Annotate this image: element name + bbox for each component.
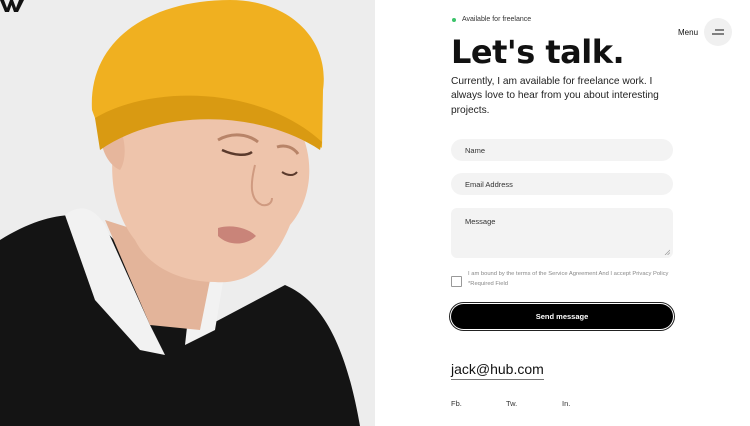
email-field[interactable]: Email Address xyxy=(451,173,673,195)
name-placeholder: Name xyxy=(465,145,486,155)
name-field[interactable]: Name xyxy=(451,139,673,161)
consent-row: I am bound by the terms of the Service A… xyxy=(451,270,673,289)
intro-text: Currently, I am available for freelance … xyxy=(451,76,659,116)
menu-toggle[interactable]: Menu xyxy=(678,18,733,46)
portrait-photo xyxy=(0,0,375,426)
portrait-illustration xyxy=(0,0,375,426)
menu-icon xyxy=(712,29,725,35)
menu-button[interactable] xyxy=(704,18,733,46)
availability-status: Available for freelance xyxy=(452,16,531,23)
social-link-instagram[interactable]: In. xyxy=(562,399,570,408)
email-link[interactable]: jack@hub.com xyxy=(451,360,544,380)
w-logo-icon[interactable] xyxy=(0,0,24,12)
social-link-facebook[interactable]: Fb. xyxy=(451,399,462,408)
menu-label: Menu xyxy=(678,27,699,37)
message-placeholder: Message xyxy=(465,217,496,226)
consent-text: I am bound by the terms of the Service A… xyxy=(468,271,669,287)
status-text: Available for freelance xyxy=(462,16,532,23)
send-message-button[interactable]: Send message xyxy=(451,304,673,329)
resize-handle-icon[interactable] xyxy=(664,249,670,255)
status-dot-icon xyxy=(452,17,456,22)
email-placeholder: Email Address xyxy=(465,179,513,189)
consent-checkbox[interactable] xyxy=(451,276,462,287)
page-title: Let's talk. xyxy=(451,33,625,71)
social-link-twitter[interactable]: Tw. xyxy=(506,399,517,408)
message-field[interactable]: Message xyxy=(451,208,673,258)
